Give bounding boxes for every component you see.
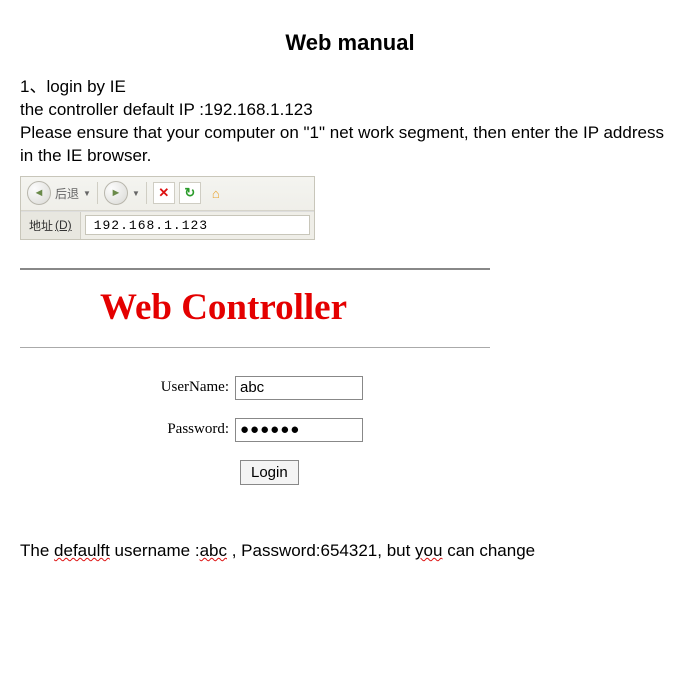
footer-suffix: can change (442, 541, 535, 560)
chevron-down-icon: ▼ (132, 189, 140, 198)
address-label: 地址(D) (21, 212, 81, 239)
instruction-line-3: Please ensure that your computer on "1" … (20, 122, 680, 168)
back-arrow-icon: ◄ (27, 181, 51, 205)
divider-thick (20, 268, 490, 270)
back-label: 后退 (55, 185, 79, 202)
login-row: Login (240, 460, 680, 485)
footer-you: you (415, 541, 442, 560)
footer-mid2: , Password:654321, but (227, 541, 415, 560)
login-button[interactable]: Login (240, 460, 299, 485)
instructions-block: 1、login by IE the controller default IP … (20, 76, 680, 168)
ie-address-bar: 地址(D) 192.168.1.123 (21, 211, 314, 239)
stop-icon: ✕ (158, 185, 169, 201)
username-row: UserName: (20, 376, 680, 400)
footer-text: The defaulft username :abc , Password:65… (20, 541, 680, 561)
address-label-text: 地址 (29, 217, 53, 234)
footer-abc: abc (200, 541, 227, 560)
web-controller-heading: Web Controller (100, 286, 680, 329)
instruction-line-2: the controller default IP :192.168.1.123 (20, 99, 680, 122)
username-input[interactable] (235, 376, 363, 400)
stop-button[interactable]: ✕ (153, 182, 175, 204)
footer-mid1: username : (110, 541, 200, 560)
chevron-down-icon: ▼ (83, 189, 91, 198)
refresh-button[interactable]: ↻ (179, 182, 201, 204)
home-button[interactable]: ⌂ (205, 182, 227, 204)
footer-defaulft: defaulft (54, 541, 110, 560)
forward-arrow-icon: ► (104, 181, 128, 205)
password-label: Password: (20, 421, 235, 438)
home-icon: ⌂ (212, 186, 220, 201)
forward-button-group[interactable]: ► ▼ (104, 181, 140, 205)
instruction-line-1: 1、login by IE (20, 76, 680, 99)
password-row: Password: ●●●●●● (20, 418, 680, 442)
back-button-group[interactable]: ◄ 后退 ▼ (27, 181, 91, 205)
page-title: Web manual (20, 30, 680, 56)
password-input[interactable]: ●●●●●● (235, 418, 363, 442)
footer-prefix: The (20, 541, 54, 560)
toolbar-separator (146, 182, 147, 204)
divider-thin (20, 347, 490, 348)
refresh-icon: ↻ (184, 185, 195, 201)
toolbar-separator (97, 182, 98, 204)
address-shortcut: (D) (55, 218, 72, 232)
ie-toolbar: ◄ 后退 ▼ ► ▼ ✕ ↻ ⌂ 地址(D) 192.168.1.123 (20, 176, 315, 240)
ie-toolbar-top: ◄ 后退 ▼ ► ▼ ✕ ↻ ⌂ (21, 177, 314, 211)
username-label: UserName: (20, 379, 235, 396)
address-input[interactable]: 192.168.1.123 (85, 215, 310, 235)
